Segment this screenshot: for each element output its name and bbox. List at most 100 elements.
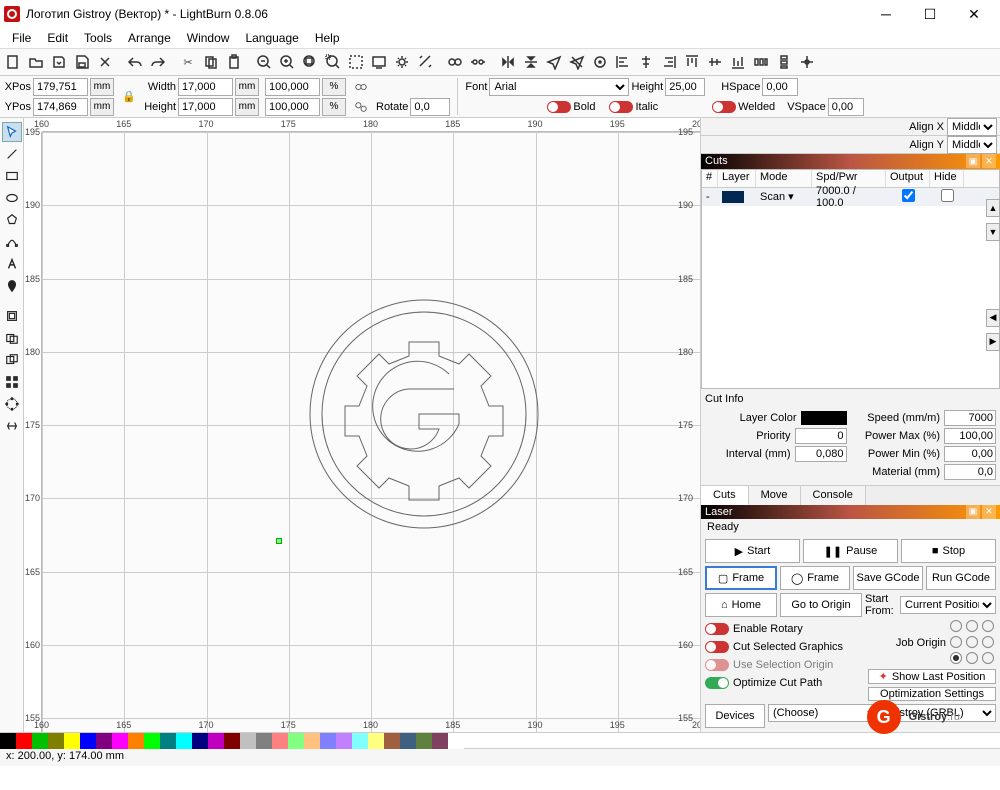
xpos-input[interactable]	[33, 78, 88, 96]
align-left-icon[interactable]	[612, 51, 634, 73]
menu-tools[interactable]: Tools	[76, 29, 120, 47]
laser-panel-header[interactable]: Laser ▣✕	[701, 505, 1000, 520]
run-gcode-button[interactable]: Run GCode	[926, 566, 996, 590]
palette-swatch[interactable]	[192, 733, 208, 749]
palette-swatch[interactable]	[112, 733, 128, 749]
optimize-toggle[interactable]	[705, 677, 729, 689]
ungroup-icon[interactable]	[467, 51, 489, 73]
palette-swatch[interactable]	[256, 733, 272, 749]
interval-input[interactable]	[795, 446, 847, 462]
cut-selected-toggle[interactable]	[705, 641, 729, 653]
undock-icon[interactable]: ▣	[966, 154, 980, 168]
send-icon[interactable]	[543, 51, 565, 73]
home-button[interactable]: ⌂ Home	[705, 593, 777, 617]
palette-swatch[interactable]	[432, 733, 448, 749]
offset-tool[interactable]	[2, 306, 22, 326]
palette-swatch[interactable]	[80, 733, 96, 749]
bold-toggle[interactable]	[547, 101, 571, 113]
menu-edit[interactable]: Edit	[39, 29, 76, 47]
panel-close-icon[interactable]: ✕	[982, 505, 996, 519]
open-icon[interactable]	[25, 51, 47, 73]
output-checkbox[interactable]	[902, 189, 915, 202]
palette-swatch[interactable]	[48, 733, 64, 749]
palette-swatch[interactable]	[128, 733, 144, 749]
show-last-position-button[interactable]: ✦ Show Last Position	[868, 669, 996, 684]
center-icon[interactable]	[589, 51, 611, 73]
close-button[interactable]: ✕	[952, 0, 996, 28]
ypos-input[interactable]	[33, 98, 88, 116]
align-center-icon[interactable]	[635, 51, 657, 73]
col-output[interactable]: Output	[886, 170, 930, 187]
palette-swatch[interactable]	[240, 733, 256, 749]
power-max-input[interactable]	[944, 428, 996, 444]
align-right-icon[interactable]	[658, 51, 680, 73]
copy-icon[interactable]	[200, 51, 222, 73]
palette-swatch[interactable]	[96, 733, 112, 749]
palette-swatch[interactable]	[416, 733, 432, 749]
speed-input[interactable]	[944, 410, 996, 426]
unlock-aspect-icon[interactable]	[352, 98, 370, 116]
material-input[interactable]	[944, 464, 996, 480]
save-gcode-button[interactable]: Save GCode	[853, 566, 923, 590]
palette-swatch[interactable]	[288, 733, 304, 749]
boolean-tool[interactable]	[2, 350, 22, 370]
undock-icon[interactable]: ▣	[966, 505, 980, 519]
ellipse-tool[interactable]	[2, 188, 22, 208]
font-height-input[interactable]	[665, 78, 705, 96]
menu-help[interactable]: Help	[307, 29, 348, 47]
expand-left-button[interactable]: ◀	[986, 309, 1000, 327]
grid-array-tool[interactable]	[2, 372, 22, 392]
edit-path-tool[interactable]	[2, 416, 22, 436]
lock-icon[interactable]: 🔒	[120, 88, 138, 106]
col-mode[interactable]: Mode	[756, 170, 812, 187]
welded-toggle[interactable]	[712, 101, 736, 113]
cuts-panel-header[interactable]: Cuts ▣✕	[701, 154, 1000, 169]
panel-close-icon[interactable]: ✕	[982, 154, 996, 168]
move-origin-icon[interactable]	[796, 51, 818, 73]
expand-right-button[interactable]: ▶	[986, 333, 1000, 351]
text-tool[interactable]	[2, 254, 22, 274]
menu-window[interactable]: Window	[179, 29, 238, 47]
width-input[interactable]	[178, 78, 233, 96]
go-origin-button[interactable]: Go to Origin	[780, 593, 862, 617]
move-up-button[interactable]: ▲	[986, 199, 1000, 217]
maximize-button[interactable]: ☐	[908, 0, 952, 28]
power-min-input[interactable]	[944, 446, 996, 462]
redo-icon[interactable]	[147, 51, 169, 73]
palette-swatch[interactable]	[32, 733, 48, 749]
col-layer[interactable]: Layer	[718, 170, 756, 187]
mirror-v-icon[interactable]	[520, 51, 542, 73]
import-icon[interactable]	[48, 51, 70, 73]
group-icon[interactable]	[444, 51, 466, 73]
palette-swatch[interactable]	[144, 733, 160, 749]
menu-language[interactable]: Language	[237, 29, 306, 47]
mirror-h-icon[interactable]	[497, 51, 519, 73]
move-down-button[interactable]: ▼	[986, 223, 1000, 241]
palette-swatch[interactable]	[16, 733, 32, 749]
radial-array-tool[interactable]	[2, 394, 22, 414]
vspace-input[interactable]	[828, 98, 864, 116]
paste-icon[interactable]	[223, 51, 245, 73]
optimization-settings-button[interactable]: Optimization Settings	[868, 687, 996, 701]
zoom-selection-icon[interactable]	[345, 51, 367, 73]
cut-icon[interactable]: ✂	[177, 51, 199, 73]
aligny-select[interactable]: Middle	[947, 136, 997, 154]
height-input[interactable]	[178, 98, 233, 116]
palette-swatch[interactable]	[272, 733, 288, 749]
oframe-button[interactable]: ◯ Frame	[780, 566, 850, 590]
devices-button[interactable]: Devices	[705, 704, 765, 728]
job-origin-grid[interactable]	[950, 620, 996, 666]
zoom-page-icon[interactable]	[299, 51, 321, 73]
edit-nodes-tool[interactable]	[2, 232, 22, 252]
zoom-out-icon[interactable]	[253, 51, 275, 73]
frame-button[interactable]: ▢ Frame	[705, 566, 777, 590]
use-sel-origin-toggle[interactable]	[705, 659, 729, 671]
scale-w-input[interactable]	[265, 78, 320, 96]
palette-swatch[interactable]	[368, 733, 384, 749]
tab-move[interactable]: Move	[749, 486, 801, 505]
menu-arrange[interactable]: Arrange	[120, 29, 179, 47]
pause-button[interactable]: ❚❚ Pause	[803, 539, 898, 563]
port-select[interactable]: (Choose)	[768, 704, 881, 722]
scale-h-input[interactable]	[265, 98, 320, 116]
stop-button[interactable]: ■ Stop	[901, 539, 996, 563]
